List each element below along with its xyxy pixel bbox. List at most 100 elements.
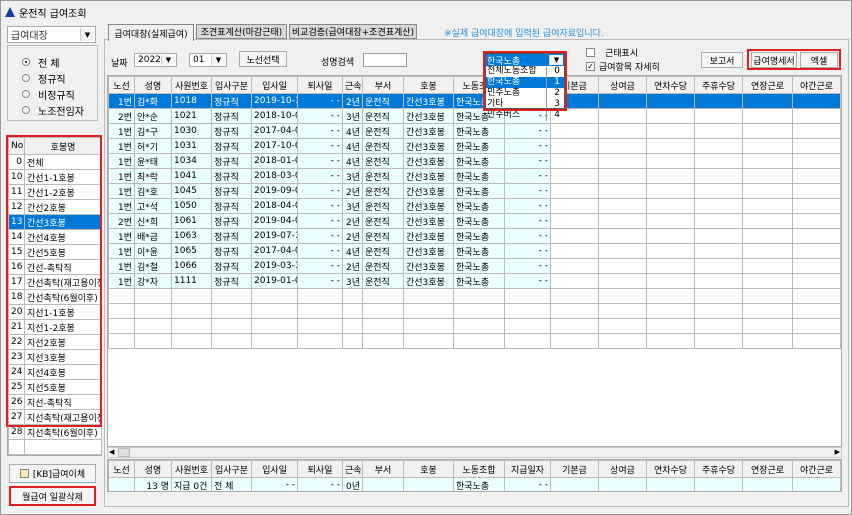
scroll-right-icon[interactable]: ▶ [835, 448, 840, 456]
summary-cell: 한국노총 [453, 477, 505, 491]
column-header[interactable]: 부서 [362, 76, 404, 94]
column-header[interactable]: 입사구분 [211, 460, 252, 478]
table-cell [362, 288, 404, 304]
table-cell [251, 303, 298, 319]
table-cell: 간선3호봉 [403, 153, 454, 169]
table-row[interactable]: 2번신*희1061정규직2019-04-01- -2년운전직간선3호봉한국노총-… [108, 213, 841, 229]
table-cell: 간선3호봉 [403, 183, 454, 199]
table-cell [694, 273, 743, 289]
attendance-checkbox[interactable]: 근태표시 [586, 46, 638, 59]
union-option[interactable]: 민주버스 4 [486, 110, 564, 121]
column-header[interactable]: 노선 [108, 460, 135, 478]
employment-type-radio-group: 전 체정규직 비정규직 노조전임자 [7, 45, 98, 121]
window-title: 운전직 급여조회 [19, 8, 87, 20]
column-header[interactable]: 연장근로 [742, 460, 793, 478]
column-header[interactable]: 노동조합 [453, 460, 505, 478]
horizontal-scrollbar[interactable]: ◀ ▶ [107, 447, 842, 458]
ledger-select[interactable]: 급여대장 ▼ [7, 26, 96, 43]
table-cell [646, 333, 695, 349]
radio-label: 정규직 [38, 74, 66, 86]
month-select[interactable]: 01 ▼ [189, 53, 227, 67]
column-header[interactable]: 근속 [342, 76, 363, 94]
chevron-down-icon[interactable]: ▼ [211, 55, 225, 65]
table-cell [342, 303, 363, 319]
column-header[interactable]: 야간근로 [792, 76, 841, 94]
radio-button[interactable] [22, 58, 30, 66]
column-header[interactable]: 입사일 [251, 76, 298, 94]
table-cell: 1066 [171, 258, 212, 274]
table-cell [694, 153, 743, 169]
table-row[interactable]: 1번김*화1018정규직2019-10-15- -2년운전직간선3호봉한국노총-… [108, 93, 841, 109]
radio-button[interactable] [22, 90, 30, 98]
tab-compare[interactable]: 비교검증(급여대장+조견표계산) [289, 24, 417, 39]
payroll-grid[interactable]: 노선성명사원번호입사구분입사일퇴사일근속부서호봉노동조합지급일자기본금상여금연차… [107, 75, 842, 447]
column-header[interactable]: 연차수당 [646, 460, 695, 478]
table-row[interactable]: 1번김*철1066정규직2019-03-18- -2년운전직간선3호봉한국노총-… [108, 258, 841, 274]
chevron-down-icon[interactable]: ▼ [161, 55, 175, 65]
table-row[interactable]: 1번김*호1045정규직2019-09-01- -2년운전직간선3호봉한국노총-… [108, 183, 841, 199]
column-header[interactable]: 사원번호 [171, 76, 212, 94]
report-button[interactable]: 보고서 [701, 52, 743, 68]
radio-button[interactable] [22, 74, 30, 82]
column-header[interactable]: 지급일자 [504, 460, 551, 478]
column-header[interactable]: 연장근로 [742, 76, 793, 94]
column-header[interactable]: 노선 [108, 76, 135, 94]
radio-button[interactable] [22, 106, 30, 114]
table-cell [742, 213, 793, 229]
checkbox[interactable]: ✓ [586, 62, 595, 71]
table-row[interactable]: 1번김*구1030정규직2017-04-01- -4년운전직간선3호봉한국노총-… [108, 123, 841, 139]
table-row[interactable]: 1번최*락1041정규직2018-03-01- -3년운전직간선3호봉한국노총-… [108, 168, 841, 184]
column-header[interactable]: 상여금 [598, 460, 647, 478]
detail-checkbox[interactable]: ✓ 급여항목 자세히 [586, 60, 660, 73]
column-header[interactable]: 성명 [134, 460, 172, 478]
column-header[interactable]: 부서 [362, 460, 404, 478]
table-row[interactable]: 1번고*석1050정규직2018-04-01- -3년운전직간선3호봉한국노총-… [108, 198, 841, 214]
column-header[interactable]: 근속 [342, 460, 363, 478]
column-header[interactable]: 입사일 [251, 460, 298, 478]
highlight-box [6, 135, 102, 427]
table-cell [550, 318, 599, 334]
table-cell: 간선3호봉 [403, 123, 454, 139]
scroll-thumb[interactable] [118, 448, 130, 457]
column-header[interactable]: 퇴사일 [297, 460, 343, 478]
table-cell: - - [504, 138, 551, 154]
table-row[interactable]: 1번이*윤1065정규직2017-04-01- -4년운전직간선3호봉한국노총-… [108, 243, 841, 259]
radio-option[interactable]: 비정규직 [22, 86, 97, 102]
column-header[interactable]: 성명 [134, 76, 172, 94]
column-header[interactable]: 야간근로 [792, 460, 841, 478]
column-header[interactable]: 사원번호 [171, 460, 212, 478]
table-row[interactable]: 1번허*기1031정규직2017-10-01- -4년운전직간선3호봉한국노총-… [108, 138, 841, 154]
table-cell [171, 318, 212, 334]
route-select-button[interactable]: 노선선택 [239, 51, 287, 67]
table-cell [550, 303, 599, 319]
tab-table-calc[interactable]: 조견표계산(마감근태) [196, 24, 287, 39]
table-cell [342, 318, 363, 334]
kb-transfer-button[interactable]: [KB]급여이체 [9, 464, 96, 483]
table-row[interactable]: 2번안*순1021정규직2018-10-01- -3년운전직간선3호봉한국노총-… [108, 108, 841, 124]
column-header[interactable]: 퇴사일 [297, 76, 343, 94]
name-search-input[interactable] [363, 53, 407, 67]
tab-ledger[interactable]: 급여대장(실제급여) [108, 24, 194, 41]
chevron-down-icon[interactable]: ▼ [80, 28, 94, 41]
radio-option[interactable]: 노조전임자 [22, 102, 97, 118]
table-cell: 한국노총 [453, 243, 505, 259]
column-header[interactable]: 호봉 [403, 460, 454, 478]
radio-option[interactable]: 정규직 [22, 70, 97, 86]
table-cell [646, 123, 695, 139]
table-row[interactable]: 1번강*자1111정규직2019-01-01- -3년운전직간선3호봉한국노총-… [108, 273, 841, 289]
column-header[interactable]: 연차수당 [646, 76, 695, 94]
radio-option[interactable]: 전 체 [22, 54, 97, 70]
table-cell [598, 303, 647, 319]
scroll-left-icon[interactable]: ◀ [109, 448, 114, 456]
column-header[interactable]: 주휴수당 [694, 76, 743, 94]
table-row[interactable]: 1번윤*태1034정규직2018-01-01- -4년운전직간선3호봉한국노총-… [108, 153, 841, 169]
column-header[interactable]: 호봉 [403, 76, 454, 94]
table-cell [403, 288, 454, 304]
year-select[interactable]: 2022 ▼ [134, 53, 177, 67]
column-header[interactable]: 입사구분 [211, 76, 252, 94]
table-row[interactable]: 1번배*금1063정규직2019-07-15- -2년운전직간선3호봉한국노총-… [108, 228, 841, 244]
column-header[interactable]: 상여금 [598, 76, 647, 94]
column-header[interactable]: 기본금 [550, 460, 599, 478]
column-header[interactable]: 주휴수당 [694, 460, 743, 478]
checkbox[interactable] [586, 48, 595, 57]
